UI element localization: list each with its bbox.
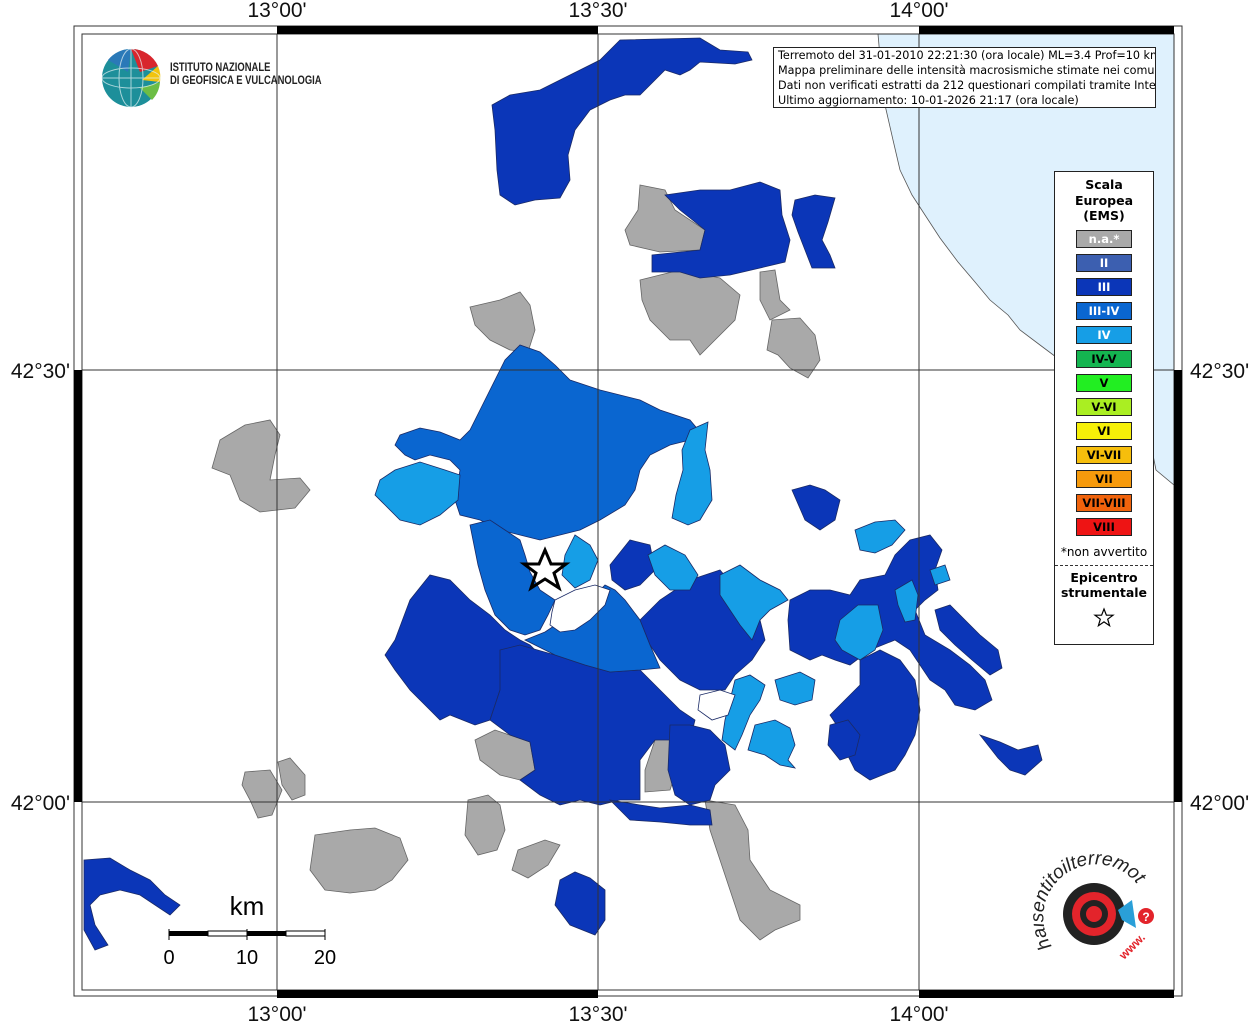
legend-chip: VII-VIII <box>1076 493 1132 512</box>
institute-line-2: DI GEOFISICA E VULCANOLOGIA <box>170 75 322 87</box>
legend-chip: V-VI <box>1076 397 1132 416</box>
bottom-label-1: 13°00' <box>247 1003 306 1024</box>
legend-chip: n.a.* <box>1076 229 1132 248</box>
legend-divider <box>1055 564 1153 566</box>
ingv-logo: ISTITUTO NAZIONALE DI GEOFISICA E VULCAN… <box>100 46 322 110</box>
svg-text:?: ? <box>1142 910 1149 924</box>
legend-title-line-2: Europea <box>1074 192 1134 208</box>
institute-line-1: ISTITUTO NAZIONALE <box>170 62 271 74</box>
scale-unit: km <box>230 891 265 921</box>
globe-icon <box>101 48 161 108</box>
legend-note: *non avvertito <box>1060 544 1148 559</box>
legend-epicenter-line-2: strumentale <box>1060 585 1148 600</box>
legend-chip: III <box>1076 277 1132 296</box>
legend-epicenter-label: Epicentro strumentale <box>1055 570 1153 601</box>
legend-title-line-1: Scala <box>1085 177 1123 192</box>
right-label-2: 42°00' <box>1190 792 1249 815</box>
legend-chip: IV-V <box>1076 349 1132 368</box>
info-line-2: Mappa preliminare delle intensità macros… <box>778 64 1156 77</box>
earthquake-info-box: Terremoto del 31-01-2010 22:21:30 (ora l… <box>773 47 1156 108</box>
legend-chip: III-IV <box>1076 301 1132 320</box>
left-label-1: 42°30' <box>11 360 70 383</box>
legend-chip: VIII <box>1076 517 1132 536</box>
info-line-4: Ultimo aggiornamento: 10-01-2026 21:17 (… <box>778 94 1079 107</box>
right-label-1: 42°30' <box>1190 360 1249 383</box>
left-label-2: 42°00' <box>11 792 70 815</box>
top-label-1: 13°00' <box>247 0 306 22</box>
scale-tick-0: 0 <box>163 947 174 969</box>
legend-chip: V <box>1076 373 1132 392</box>
top-label-3: 14°00' <box>889 0 948 22</box>
haisentito-logo: haisentitoilterremoto.it ? www. <box>1027 832 1162 972</box>
legend-items: n.a.* II III III-IV IV IV-V V V-VI VI VI-VII VII VI… <box>1055 229 1153 536</box>
info-line-3: Dati non verificati estratti da 212 ques… <box>778 79 1156 92</box>
legend-chip: IV <box>1076 325 1132 344</box>
legend-chip: II <box>1076 253 1132 272</box>
legend-chip: VI <box>1076 421 1132 440</box>
bottom-label-2: 13°30' <box>568 1003 627 1024</box>
ems-legend: Scala Europea (EMS) n.a.* II III III-IV IV IV… <box>1054 171 1154 645</box>
star-icon <box>1093 606 1115 627</box>
legend-epicenter-line-1: Epicentro <box>1070 569 1138 585</box>
legend-chip: VII <box>1076 469 1132 488</box>
scale-tick-10: 10 <box>236 947 258 969</box>
scale-tick-20: 20 <box>314 947 336 969</box>
legend-title: Scala Europea (EMS) <box>1055 177 1153 224</box>
site-logo-www: www. <box>1116 930 1148 962</box>
legend-title-line-3: (EMS) <box>1083 208 1125 223</box>
scale-bar: km 0 10 20 <box>163 891 336 969</box>
bottom-label-3: 14°00' <box>889 1003 948 1024</box>
top-label-2: 13°30' <box>568 0 627 22</box>
info-line-1: Terremoto del 31-01-2010 22:21:30 (ora l… <box>778 49 1156 62</box>
legend-chip: VI-VII <box>1076 445 1132 464</box>
